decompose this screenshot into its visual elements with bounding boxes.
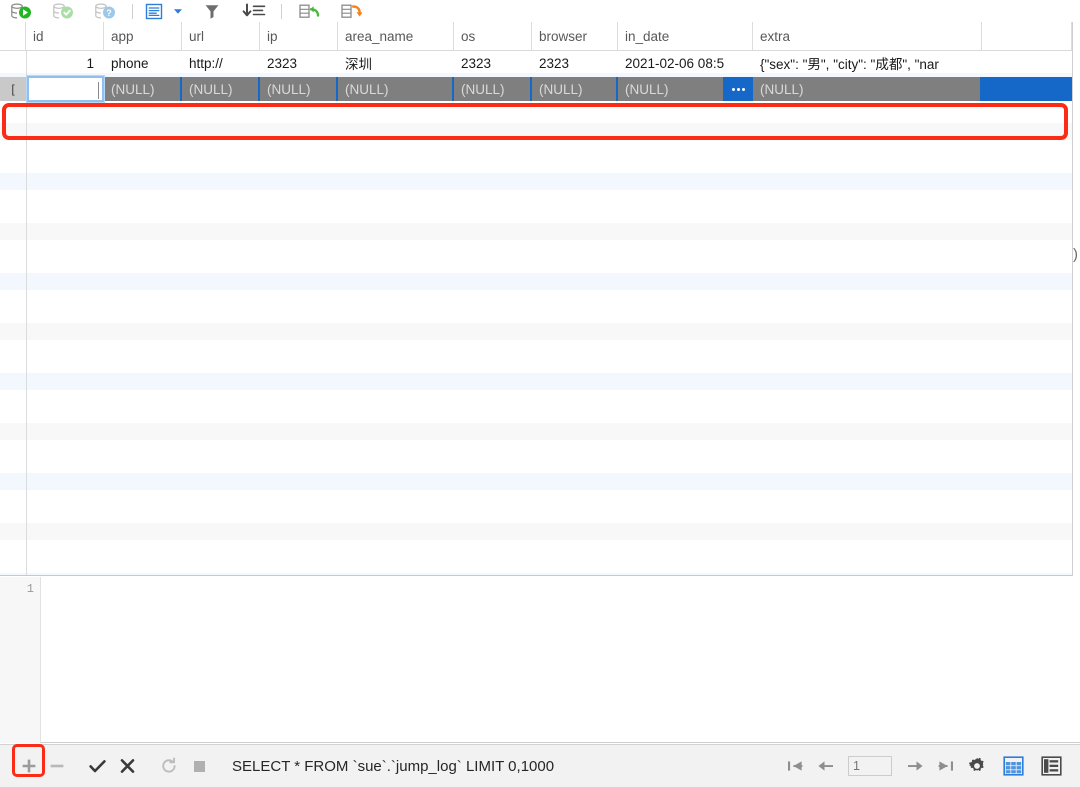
new-record-cell-blank[interactable] [982,77,1072,101]
cell-os[interactable]: 2323 [454,51,532,75]
grid-header-row: id app url ip area_name os browser in_date extra [0,22,1072,51]
filter-icon[interactable] [191,0,233,22]
first-page-button[interactable] [780,745,810,787]
prev-page-button[interactable] [810,745,840,787]
svg-text:?: ? [106,8,112,18]
zebra-stripe [0,573,1072,575]
column-header-os[interactable]: os [454,22,532,51]
new-record-cell-os[interactable]: (NULL) [454,77,532,101]
zebra-stripe [0,523,1072,540]
toolbar-separator-2 [281,3,282,19]
delete-row-button[interactable] [44,745,70,787]
next-page-button[interactable] [900,745,930,787]
zebra-stripe [0,223,1072,240]
new-record-row-header[interactable]: [ [0,77,26,101]
status-bar: SELECT * FROM `sue`.`jump_log` LIMIT 0,1… [0,744,1080,787]
result-toolbar: ? [0,0,1080,22]
explain-sql-icon[interactable]: ? [84,0,126,22]
refresh-button[interactable] [154,745,184,787]
column-header-browser[interactable]: browser [532,22,618,51]
sql-editor-panel[interactable]: 1 [0,577,1080,743]
new-record-row[interactable]: [(NULL) (NULL) (NULL) (NULL) (NULL) (NULL) (NU… [0,76,1072,102]
table-row[interactable]: 1 phone http://2323 深圳 2323 2323 2021-02-06 08… [0,51,1072,75]
new-record-cell-browser[interactable]: (NULL) [532,77,618,101]
sort-icon[interactable] [233,0,275,22]
column-header-blank[interactable] [982,22,1072,51]
new-record-cell-extra[interactable]: (NULL) [753,77,982,101]
form-view-button[interactable] [1032,745,1070,787]
column-header-ip[interactable]: ip [260,22,338,51]
cell-rownum[interactable] [0,51,26,75]
column-header-app[interactable]: app [104,22,182,51]
column-header-id[interactable]: id [26,22,104,51]
cancel-changes-button[interactable] [112,745,142,787]
cell-browser[interactable]: 2323 [532,51,618,75]
zebra-stripe [0,373,1072,390]
text-view-dropdown-icon[interactable] [169,0,187,22]
cell-area_name[interactable]: 深圳 [338,51,454,75]
column-header-url[interactable]: url [182,22,260,51]
grid-right-edge [1072,22,1080,576]
zebra-stripe [0,473,1072,490]
right-edge-glyph: ) [1073,246,1078,263]
editor-text-area[interactable] [42,577,1080,742]
stop-button[interactable] [184,745,214,787]
cell-value-editor-button[interactable] [723,77,753,101]
commit-icon[interactable] [288,0,330,22]
page-number-input[interactable] [848,756,892,776]
sql-client-window: ? id app url ip area_name os browser in_… [0,0,1080,787]
zebra-stripe [0,123,1072,140]
text-view-icon[interactable] [139,0,169,22]
new-record-cell-url[interactable]: (NULL) [182,77,260,101]
grid-view-button[interactable] [994,745,1032,787]
execute-sql-icon[interactable] [0,0,42,22]
cell-in_date[interactable]: 2021-02-06 08:5 [618,51,753,75]
zebra-stripe [0,273,1072,290]
sql-statement-text: SELECT * FROM `sue`.`jump_log` LIMIT 0,1… [232,757,555,775]
column-header-area_name[interactable]: area_name [338,22,454,51]
zebra-stripe [0,173,1072,190]
settings-gear-icon[interactable] [960,745,994,787]
apply-changes-button[interactable] [82,745,112,787]
rollback-icon[interactable] [330,0,372,22]
column-header-rownum[interactable] [0,22,26,51]
column-header-extra[interactable]: extra [753,22,982,51]
column-header-in_date[interactable]: in_date [618,22,753,51]
cell-app[interactable]: phone [104,51,182,75]
active-cell-editor[interactable] [27,76,104,102]
new-record-cell-app[interactable]: (NULL) [104,77,182,101]
grid-zebra-stripes [0,51,1072,575]
cell-url[interactable]: http:// [182,51,260,75]
cell-blank[interactable] [982,51,1072,75]
new-record-cell-area_name[interactable]: (NULL) [338,77,454,101]
execute-checked-icon[interactable] [42,0,84,22]
row-number-gutter-line [26,51,27,575]
cell-ip[interactable]: 2323 [260,51,338,75]
last-page-button[interactable] [930,745,960,787]
cell-extra[interactable]: {"sex": "男", "city": "成都", "nar [753,51,982,75]
text-caret [98,82,99,99]
cell-id[interactable]: 1 [26,51,104,75]
toolbar-separator-1 [132,3,133,19]
editor-line-gutter: 1 [0,577,41,743]
result-grid[interactable]: id app url ip area_name os browser in_date extra… [0,22,1072,576]
zebra-stripe [0,423,1072,440]
add-row-button[interactable] [14,745,44,787]
zebra-stripe [0,323,1072,340]
new-record-cell-ip[interactable]: (NULL) [260,77,338,101]
editor-line-number: 1 [26,582,34,596]
grid-body[interactable]: 1 phone http://2323 深圳 2323 2323 2021-02-06 08… [0,51,1072,575]
